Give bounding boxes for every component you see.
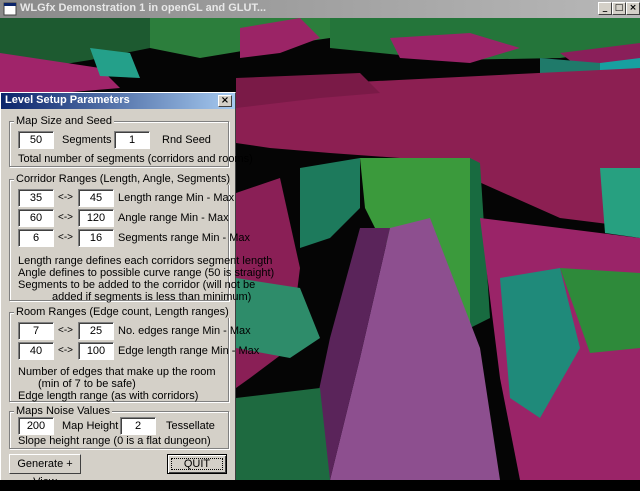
rnd-seed-label: Rnd Seed bbox=[162, 134, 211, 146]
room-edges-max-input[interactable]: 25 bbox=[78, 322, 114, 340]
room-edge-length-max-input[interactable]: 100 bbox=[78, 342, 114, 360]
corridor-angle-label: Angle range Min - Max bbox=[118, 212, 229, 224]
minimize-icon: _ bbox=[602, 3, 608, 13]
map-height-input[interactable]: 200 bbox=[18, 417, 54, 435]
main-titlebar[interactable]: WLGfx Demonstration 1 in openGL and GLUT… bbox=[0, 0, 640, 18]
corridor-length-label: Length range Min - Max bbox=[118, 192, 235, 204]
room-edge-length-label: Edge length range Min - Max bbox=[118, 345, 260, 357]
map-size-note: Total number of segments (corridors and … bbox=[18, 153, 253, 165]
dialog-close-button[interactable]: × bbox=[218, 95, 232, 107]
room-edges-label: No. edges range Min - Max bbox=[118, 325, 251, 337]
corridor-angle-max-input[interactable]: 120 bbox=[78, 209, 114, 227]
segments-input[interactable]: 50 bbox=[18, 131, 54, 149]
corridor-ranges-group: Corridor Ranges (Length, Angle, Segments… bbox=[9, 173, 274, 303]
map-size-group: Map Size and Seed 50 Segments 1 Rnd Seed… bbox=[9, 115, 253, 167]
range-arrow: <-> bbox=[58, 325, 74, 336]
map-height-label: Map Height bbox=[62, 420, 119, 432]
corridor-note-4: added if segments is less than minimum) bbox=[52, 291, 252, 303]
corridor-angle-min-input[interactable]: 60 bbox=[18, 209, 54, 227]
segments-label: Segments bbox=[62, 134, 112, 146]
tessellate-input[interactable]: 2 bbox=[120, 417, 156, 435]
range-arrow: <-> bbox=[58, 212, 74, 223]
close-icon: × bbox=[220, 95, 230, 106]
close-button[interactable]: × bbox=[626, 2, 640, 15]
generate-view-button[interactable]: Generate + View bbox=[9, 454, 81, 488]
corridor-segments-label: Segments range Min - Max bbox=[118, 232, 251, 244]
rnd-seed-input[interactable]: 1 bbox=[114, 131, 150, 149]
focus-rect bbox=[171, 458, 223, 470]
corridor-group-label: Corridor Ranges (Length, Angle, Segments… bbox=[14, 173, 233, 185]
corridor-segments-max-input[interactable]: 16 bbox=[78, 229, 114, 247]
noise-note: Slope height range (0 is a flat dungeon) bbox=[18, 435, 211, 447]
noise-group-label: Maps Noise Values bbox=[14, 405, 112, 417]
corridor-length-min-input[interactable]: 35 bbox=[18, 189, 54, 207]
corridor-segments-min-input[interactable]: 6 bbox=[18, 229, 54, 247]
room-note-2: (min of 7 to be safe) bbox=[38, 378, 136, 390]
room-ranges-group: Room Ranges (Edge count, Length ranges) … bbox=[9, 306, 259, 402]
map-size-group-label: Map Size and Seed bbox=[14, 115, 115, 127]
room-edge-length-min-input[interactable]: 40 bbox=[18, 342, 54, 360]
maximize-icon: □ bbox=[614, 3, 624, 13]
main-window-title: WLGfx Demonstration 1 in openGL and GLUT… bbox=[20, 2, 267, 14]
app-window-icon bbox=[3, 2, 17, 16]
corridor-note-2: Angle defines to possible curve range (5… bbox=[18, 267, 275, 279]
room-group-label: Room Ranges (Edge count, Length ranges) bbox=[14, 306, 231, 318]
quit-button[interactable]: QUIT bbox=[167, 454, 227, 474]
corridor-length-max-input[interactable]: 45 bbox=[78, 189, 114, 207]
range-arrow: <-> bbox=[58, 192, 74, 203]
dialog-title: Level Setup Parameters bbox=[5, 94, 130, 106]
room-note-3: Edge length range (as with corridors) bbox=[18, 390, 199, 402]
tessellate-label: Tessellate bbox=[166, 420, 215, 432]
room-note-1: Number of edges that make up the room bbox=[18, 366, 216, 378]
room-edges-min-input[interactable]: 7 bbox=[18, 322, 54, 340]
minimize-button[interactable]: _ bbox=[598, 2, 612, 15]
close-icon: × bbox=[629, 3, 637, 13]
noise-values-group: Maps Noise Values 200 Map Height 2 Tesse… bbox=[9, 405, 229, 449]
range-arrow: <-> bbox=[58, 232, 74, 243]
maximize-button[interactable]: □ bbox=[612, 2, 626, 15]
corridor-note-1: Length range defines each corridors segm… bbox=[18, 255, 273, 267]
range-arrow: <-> bbox=[58, 345, 74, 356]
level-setup-dialog: Level Setup Parameters × Map Size and Se… bbox=[0, 92, 274, 488]
corridor-note-3: Segments to be added to the corridor (wi… bbox=[18, 279, 256, 291]
dialog-titlebar[interactable]: Level Setup Parameters × bbox=[1, 93, 235, 109]
